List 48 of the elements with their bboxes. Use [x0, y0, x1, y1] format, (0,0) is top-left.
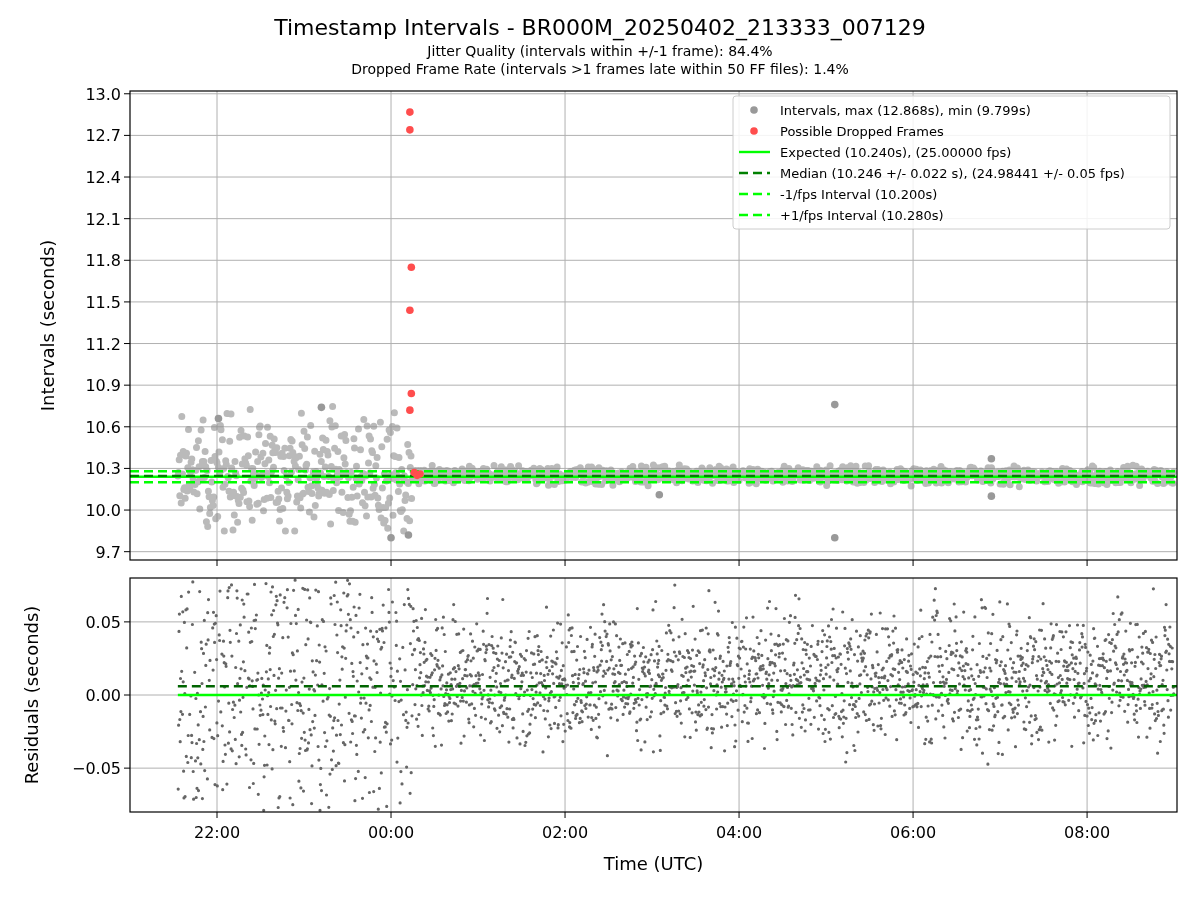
point	[214, 414, 223, 423]
axis-tick-label: 11.5	[85, 292, 121, 312]
axis-tick-label: 12.4	[85, 168, 121, 188]
point	[407, 389, 416, 398]
point	[987, 454, 996, 463]
axis-tick-label: 0.00	[85, 686, 121, 705]
axis-tick-label: 08:00	[1064, 823, 1111, 842]
axis-tick-label: 12.7	[85, 126, 121, 146]
chart-subtitle: Jitter Quality (intervals within +/-1 frame): 84.4%	[427, 42, 773, 60]
point	[655, 490, 664, 499]
axis-tick-label: 9.7	[95, 542, 121, 562]
axis-tick-label: 13.0	[85, 88, 121, 104]
legend-label: Expected (10.240s), (25.00000 fps)	[780, 145, 1012, 160]
point	[407, 263, 416, 272]
legend-label: -1/fps Interval (10.200s)	[780, 187, 938, 202]
legend-label: Possible Dropped Frames	[780, 124, 944, 139]
legend-label: Intervals, max (12.868s), min (9.799s)	[780, 103, 1031, 118]
point	[317, 403, 326, 412]
point	[830, 534, 839, 542]
axis-tick-label: 11.2	[85, 334, 121, 354]
axis-tick-label: 12.1	[85, 209, 121, 229]
chart-title: Timestamp Intervals - BR000M_20250402_213333_007129	[274, 14, 926, 42]
x-axis-label: Time (UTC)	[603, 853, 704, 874]
axis-tick-label: 11.8	[85, 251, 121, 271]
chart-subtitle: Dropped Frame Rate (intervals >1 frames late within 50 FF files): 1.4%	[351, 60, 849, 78]
point	[406, 306, 414, 315]
axis-tick-label: 00:00	[367, 823, 415, 842]
axis-tick-label: 22:00	[193, 823, 241, 842]
axis-tick-label: 10.6	[85, 417, 121, 437]
point	[406, 406, 414, 414]
axis-tick-label: 02:00	[542, 823, 589, 842]
axis-tick-label: 06:00	[890, 823, 937, 842]
axis-tick-label: 04:00	[716, 823, 763, 842]
axis-tick-label: −0.05	[71, 759, 121, 779]
y-axis-label: Residuals (seconds)	[21, 605, 42, 785]
axis-tick-label: 10.3	[85, 459, 121, 479]
point	[387, 534, 395, 542]
axis-tick-label: 10.0	[85, 501, 121, 521]
point	[830, 400, 839, 409]
point	[987, 492, 996, 500]
point	[406, 126, 414, 134]
legend-label: Median (10.246 +/- 0.022 s), (24.98441 +/- 0.05 fps)	[780, 166, 1125, 181]
point	[406, 108, 414, 116]
axis-tick-label: 10.9	[85, 376, 121, 396]
y-axis-label: Intervals (seconds)	[37, 239, 58, 412]
legend-label: +1/fps Interval (10.280s)	[780, 208, 944, 223]
point	[404, 531, 413, 539]
axis-tick-label: 0.05	[85, 612, 121, 632]
